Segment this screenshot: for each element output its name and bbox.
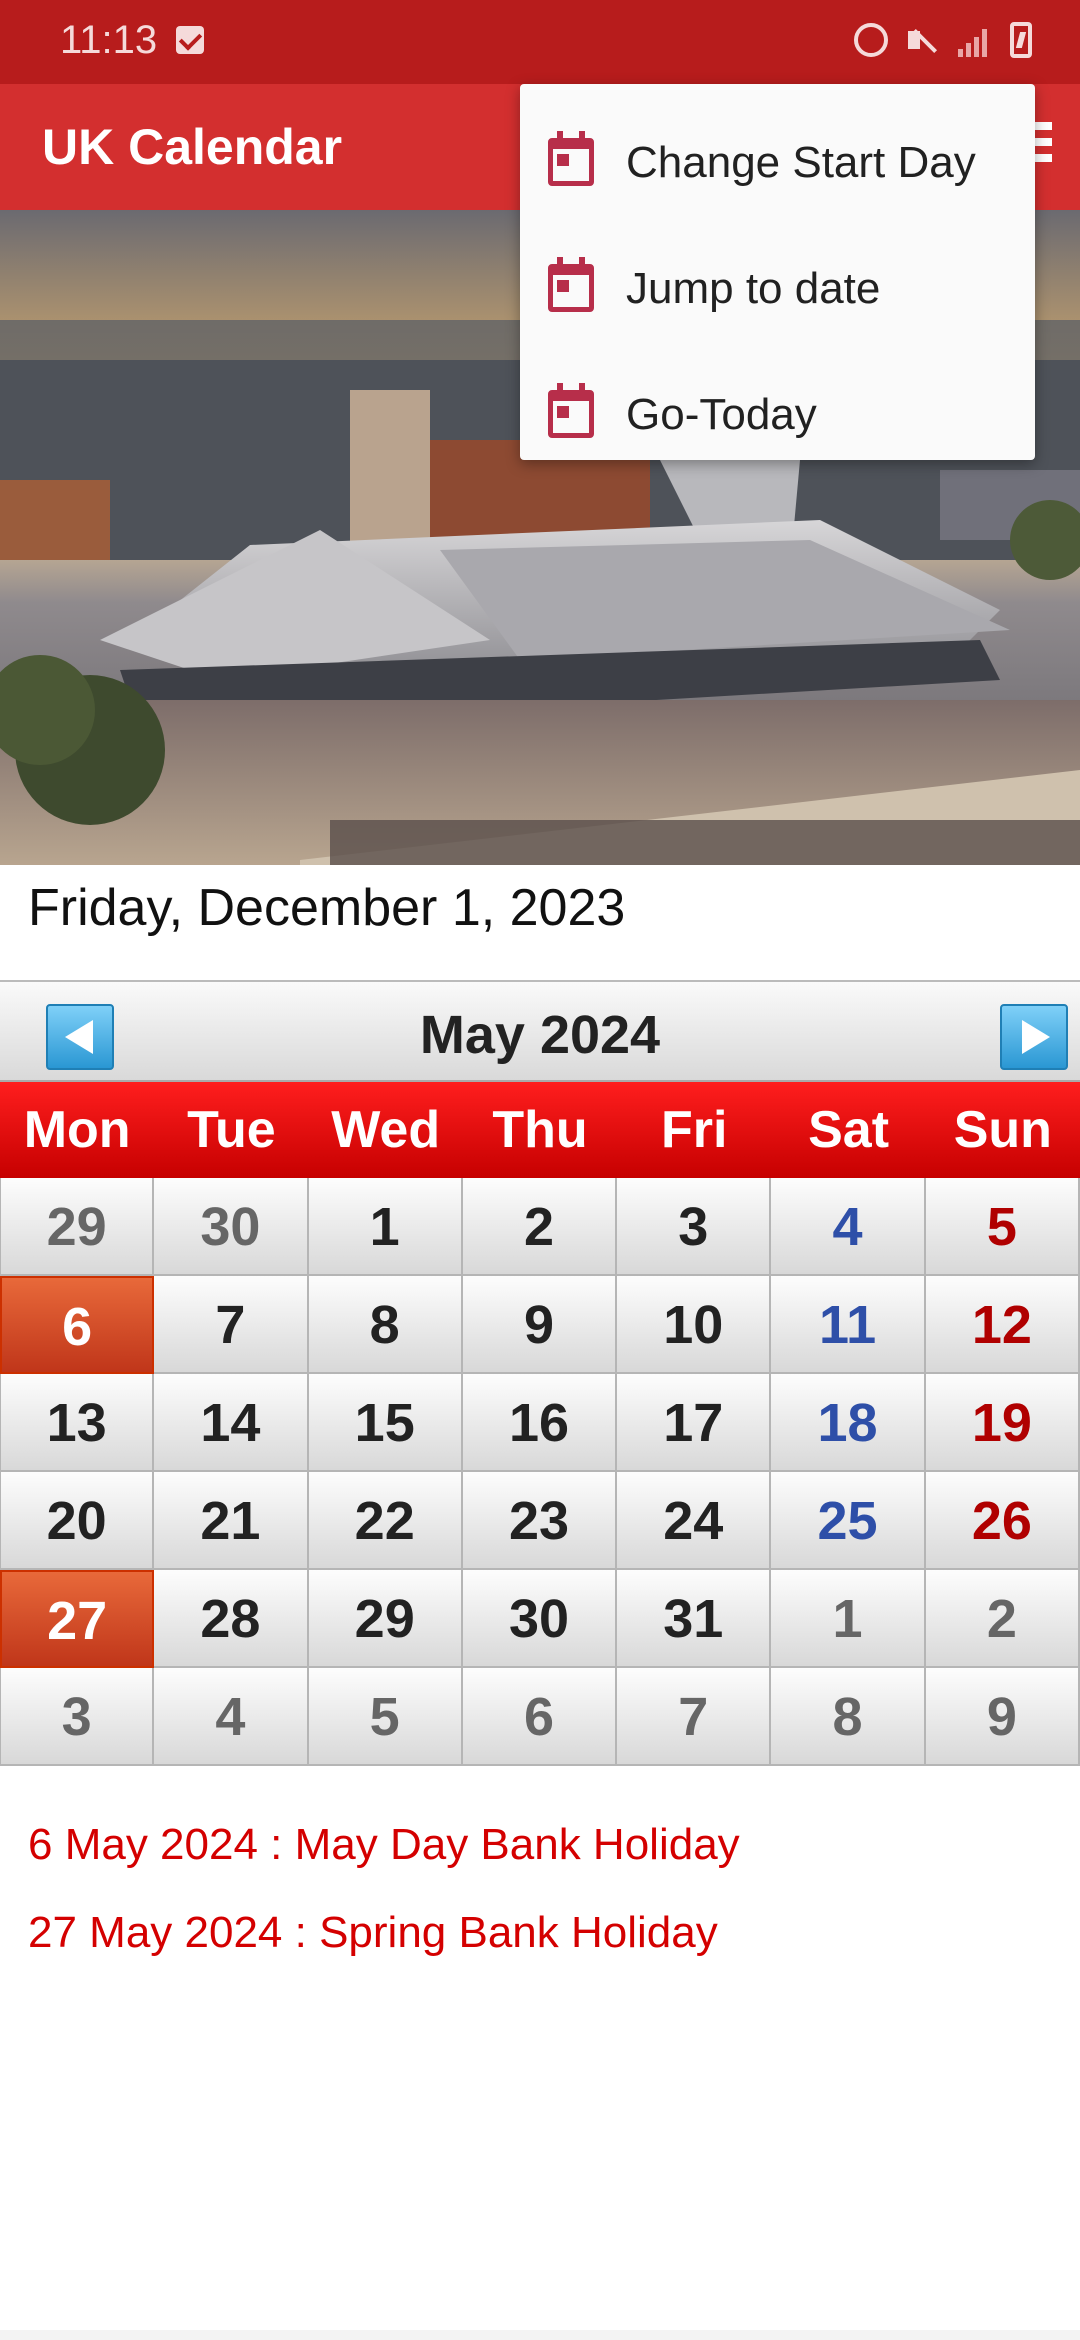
- day-cell[interactable]: 30: [462, 1570, 618, 1668]
- calendar-icon: [548, 257, 594, 312]
- menu-item-label: Jump to date: [626, 264, 881, 313]
- day-cell[interactable]: 1: [308, 1178, 463, 1276]
- day-cell[interactable]: 14: [154, 1374, 309, 1472]
- day-cell[interactable]: 3: [0, 1668, 155, 1766]
- menu-item-label: Change Start Day: [626, 138, 976, 187]
- day-cell[interactable]: 26: [925, 1472, 1080, 1570]
- weekday-label: Sat: [808, 1101, 890, 1159]
- day-cell[interactable]: 15: [308, 1374, 463, 1472]
- notification-check-icon: [176, 26, 204, 54]
- overflow-popup-menu: Change Start Day Jump to date Go-Today: [520, 84, 1035, 460]
- weekday-header: Mon Tue Wed Thu Fri Sat Sun: [0, 1082, 1080, 1178]
- weekday-label: Mon: [23, 1101, 131, 1159]
- menu-item-jump-to-date[interactable]: Jump to date: [520, 230, 1035, 356]
- day-cell[interactable]: 2: [462, 1178, 618, 1276]
- day-cell[interactable]: 25: [771, 1472, 926, 1570]
- day-cell[interactable]: 8: [771, 1668, 926, 1766]
- day-cell[interactable]: 8: [308, 1276, 463, 1374]
- status-time: 11:13: [60, 18, 158, 62]
- calendar-icon: [548, 131, 594, 186]
- alarm-icon: [854, 23, 888, 57]
- holiday-item: 27 May 2024 : Spring Bank Holiday: [28, 1908, 718, 1957]
- day-cell[interactable]: 16: [462, 1374, 618, 1472]
- day-cell[interactable]: 20: [0, 1472, 155, 1570]
- holiday-day-cell[interactable]: 27: [0, 1570, 155, 1668]
- weekday-label: Wed: [331, 1101, 441, 1159]
- day-cell[interactable]: 11: [771, 1276, 926, 1374]
- holiday-list: 6 May 2024 : May Day Bank Holiday 27 May…: [28, 1820, 740, 1996]
- day-grid: 29 30 1 2 3 4 5 6 7 8 9 10 11 12 13 14 1…: [0, 1178, 1080, 1766]
- next-month-button[interactable]: [1000, 1004, 1068, 1070]
- day-cell[interactable]: 13: [0, 1374, 155, 1472]
- day-cell[interactable]: 24: [617, 1472, 772, 1570]
- holiday-item: 6 May 2024 : May Day Bank Holiday: [28, 1820, 740, 1869]
- status-icons: [854, 22, 1032, 58]
- day-cell[interactable]: 7: [617, 1668, 772, 1766]
- day-cell[interactable]: 10: [617, 1276, 772, 1374]
- day-cell[interactable]: 31: [617, 1570, 772, 1668]
- weekday-label: Sun: [953, 1101, 1052, 1159]
- weekday-label: Thu: [492, 1101, 588, 1159]
- day-cell[interactable]: 29: [0, 1178, 155, 1276]
- current-date: Friday, December 1, 2023: [28, 879, 626, 937]
- day-cell[interactable]: 9: [925, 1668, 1080, 1766]
- day-cell[interactable]: 1: [771, 1570, 926, 1668]
- day-cell[interactable]: 18: [771, 1374, 926, 1472]
- menu-item-go-today[interactable]: Go-Today: [520, 356, 1035, 482]
- day-cell[interactable]: 21: [154, 1472, 309, 1570]
- weekday-label: Fri: [661, 1101, 728, 1159]
- system-navigation-bar: [0, 2330, 1080, 2340]
- day-cell[interactable]: 6: [462, 1668, 618, 1766]
- calendar-icon: [548, 383, 594, 438]
- month-year-title: May 2024: [419, 1005, 661, 1065]
- mute-icon: [906, 23, 940, 57]
- battery-charging-icon: [1010, 22, 1032, 58]
- menu-item-change-start-day[interactable]: Change Start Day: [520, 104, 1035, 230]
- day-cell[interactable]: 3: [617, 1178, 772, 1276]
- signal-icon: [958, 23, 992, 57]
- day-cell[interactable]: 2: [925, 1570, 1080, 1668]
- day-cell[interactable]: 23: [462, 1472, 618, 1570]
- day-cell[interactable]: 28: [154, 1570, 309, 1668]
- day-cell[interactable]: 5: [308, 1668, 463, 1766]
- menu-item-label: Go-Today: [626, 390, 817, 439]
- day-cell[interactable]: 17: [617, 1374, 772, 1472]
- day-cell[interactable]: 5: [925, 1178, 1080, 1276]
- weekday-label: Tue: [187, 1101, 276, 1159]
- holiday-day-cell[interactable]: 6: [0, 1276, 155, 1374]
- month-calendar: May 2024 Mon Tue Wed Thu Fri Sat Sun 29 …: [0, 980, 1080, 1766]
- day-cell[interactable]: 22: [308, 1472, 463, 1570]
- app-title: UK Calendar: [42, 119, 343, 175]
- day-cell[interactable]: 12: [925, 1276, 1080, 1374]
- day-cell[interactable]: 30: [154, 1178, 309, 1276]
- day-cell[interactable]: 19: [925, 1374, 1080, 1472]
- day-cell[interactable]: 9: [462, 1276, 618, 1374]
- day-cell[interactable]: 4: [154, 1668, 309, 1766]
- status-bar: 11:13: [0, 0, 1080, 84]
- calendar-header: May 2024: [0, 980, 1080, 1082]
- day-cell[interactable]: 7: [154, 1276, 309, 1374]
- day-cell[interactable]: 29: [308, 1570, 463, 1668]
- day-cell[interactable]: 4: [771, 1178, 926, 1276]
